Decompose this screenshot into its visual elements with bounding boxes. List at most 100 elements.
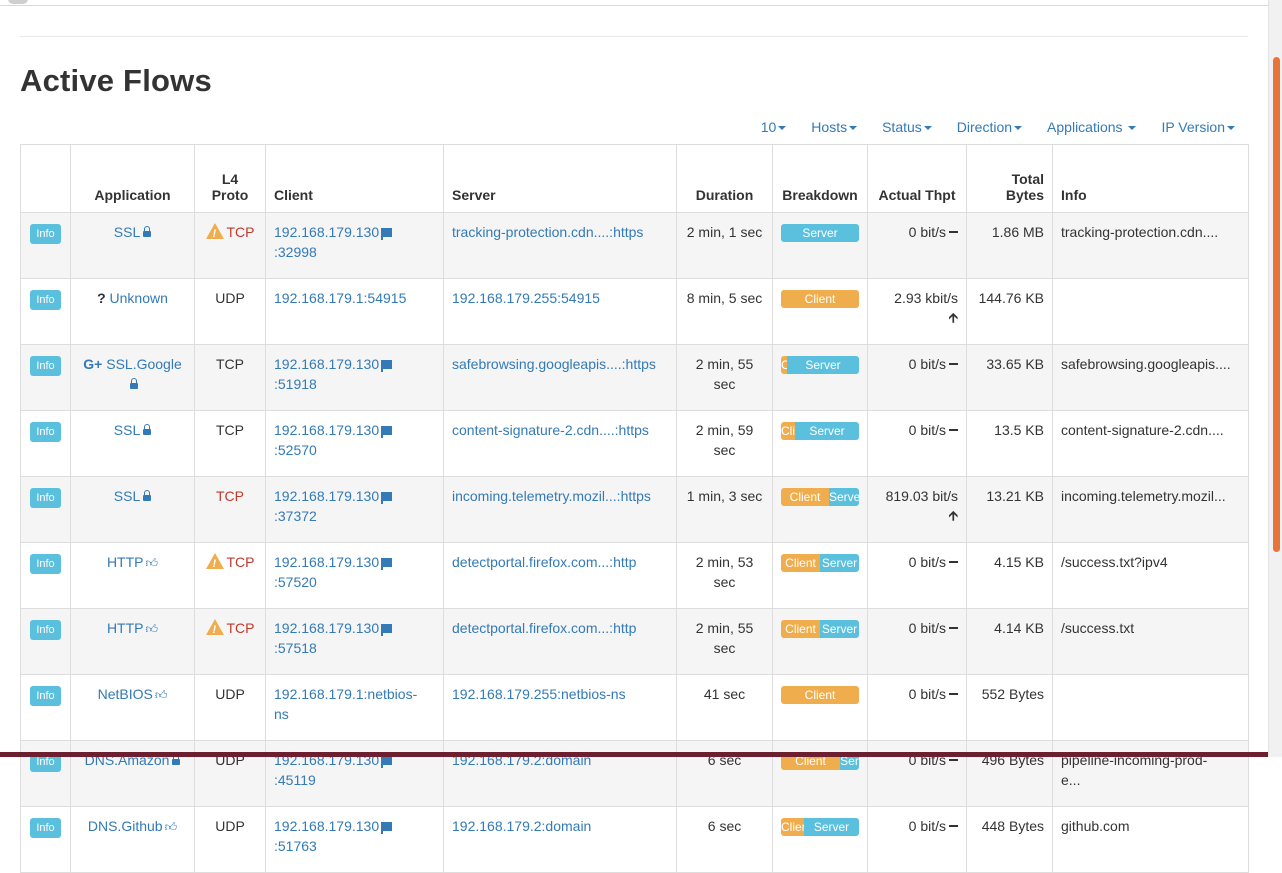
table-row: Info SSL TCP 192.168.179.130:52570 content-s… <box>20 410 1249 477</box>
application-cell: ? Unknown <box>70 278 195 345</box>
client-port-link[interactable]: ns <box>274 706 289 722</box>
client-link[interactable]: 192.168.179.130 <box>274 620 379 636</box>
duration-cell: 2 min, 53 sec <box>676 542 773 609</box>
duration-cell: 2 min, 1 sec <box>676 212 773 279</box>
info-button[interactable]: Info <box>30 290 61 310</box>
info-cell: Info <box>20 608 71 675</box>
application-link[interactable]: NetBIOS <box>98 686 153 702</box>
thpt-value: 2.93 kbit/s <box>894 290 958 306</box>
filter-ip-version[interactable]: IP Version <box>1161 119 1235 135</box>
window-bottom-edge <box>0 752 1268 757</box>
col-server[interactable]: Server <box>443 144 677 213</box>
client-port-link[interactable]: :57518 <box>274 640 317 656</box>
col-application[interactable]: Application <box>70 144 195 213</box>
thpt-cell: 0 bit/s <box>867 806 967 873</box>
client-link[interactable]: 192.168.179.130 <box>274 422 379 438</box>
client-port-link[interactable]: :45119 <box>274 772 316 788</box>
minus-icon <box>949 693 958 695</box>
filter-direction[interactable]: Direction <box>957 119 1023 135</box>
client-link[interactable]: 192.168.179.1:netbios- <box>274 686 417 702</box>
filter-page-size[interactable]: 10 <box>761 119 787 135</box>
thpt-value: 0 bit/s <box>908 686 946 702</box>
client-port-link[interactable]: :57520 <box>274 574 317 590</box>
client-link[interactable]: 192.168.179.1:54915 <box>274 290 406 306</box>
application-link[interactable]: SSL.Google <box>106 356 182 372</box>
server-link[interactable]: 192.168.179.255:netbios-ns <box>452 686 626 702</box>
breakdown-bar: Client Server <box>781 620 859 638</box>
col-duration[interactable]: Duration <box>676 144 773 213</box>
duration-cell: 6 sec <box>676 806 773 873</box>
client-link[interactable]: 192.168.179.130 <box>274 554 379 570</box>
server-cell: safebrowsing.googleapis....:https <box>443 344 677 411</box>
client-link[interactable]: 192.168.179.130 <box>274 488 379 504</box>
info-button[interactable]: Info <box>30 686 61 706</box>
server-link[interactable]: tracking-protection.cdn....:https <box>452 224 643 240</box>
col-info[interactable]: Info <box>1052 144 1249 213</box>
info-button[interactable]: Info <box>30 818 61 838</box>
server-link[interactable]: detectportal.firefox.com...:http <box>452 620 636 636</box>
application-link[interactable]: SSL <box>114 422 140 438</box>
caret-down-icon <box>1128 126 1137 131</box>
info-text: incoming.telemetry.mozil... <box>1061 488 1226 504</box>
client-port-link[interactable]: :52570 <box>274 442 317 458</box>
application-link[interactable]: HTTP <box>107 620 144 636</box>
google-plus-icon: G+ <box>83 356 103 372</box>
breakdown-cell: Client Ser <box>772 740 868 807</box>
flag-icon[interactable] <box>381 492 393 504</box>
application-link[interactable]: SSL <box>114 224 140 240</box>
application-link[interactable]: HTTP <box>107 554 144 570</box>
info-text: github.com <box>1061 818 1130 834</box>
info-button[interactable]: Info <box>30 554 61 574</box>
client-port-link[interactable]: :51918 <box>274 376 317 392</box>
flag-icon[interactable] <box>381 558 393 570</box>
application-link[interactable]: SSL <box>114 488 140 504</box>
filter-status[interactable]: Status <box>882 119 932 135</box>
application-link[interactable]: DNS.Github <box>88 818 163 834</box>
l4-proto: TCP <box>226 554 255 570</box>
server-link[interactable]: 192.168.179.2:domain <box>452 818 591 834</box>
col-l4-proto[interactable]: L4 Proto <box>194 144 266 213</box>
server-link[interactable]: incoming.telemetry.mozil...:https <box>452 488 651 504</box>
breakdown-bar: Server <box>781 224 859 242</box>
client-link[interactable]: 192.168.179.130 <box>274 224 379 240</box>
client-port-link[interactable]: :32998 <box>274 244 317 260</box>
flag-icon[interactable] <box>381 624 393 636</box>
minus-icon <box>949 561 958 563</box>
flag-icon[interactable] <box>381 360 393 372</box>
info-button[interactable]: Info <box>30 488 61 508</box>
table-row: Info? Unknown UDP 192.168.179.1:54915 192.1… <box>20 278 1249 345</box>
info-button[interactable]: Info <box>30 224 61 244</box>
col-actual-thpt[interactable]: Actual Thpt <box>867 144 967 213</box>
flows-table: Application L4 Proto Client Server Durati… <box>20 144 1249 873</box>
server-link[interactable]: detectportal.firefox.com...:http <box>452 554 636 570</box>
breakdown-client: Clier <box>781 818 804 836</box>
info-button[interactable]: Info <box>30 356 61 376</box>
bytes-cell: 13.5 KB <box>966 410 1053 477</box>
caret-down-icon <box>849 126 858 131</box>
client-port-link[interactable]: :37372 <box>274 508 317 524</box>
client-link[interactable]: 192.168.179.130 <box>274 818 379 834</box>
info-button[interactable]: Info <box>30 422 61 442</box>
client-port-link[interactable]: :51763 <box>274 838 317 854</box>
scrollbar-thumb[interactable] <box>1273 57 1280 552</box>
col-client[interactable]: Client <box>265 144 444 213</box>
col-total-bytes[interactable]: Total Bytes <box>966 144 1053 213</box>
thpt-value: 0 bit/s <box>908 818 946 834</box>
server-link[interactable]: 192.168.179.255:54915 <box>452 290 600 306</box>
client-link[interactable]: 192.168.179.130 <box>274 356 379 372</box>
col-actions <box>20 144 71 213</box>
server-link[interactable]: safebrowsing.googleapis....:https <box>452 356 656 372</box>
info-button[interactable]: Info <box>30 620 61 640</box>
filter-hosts[interactable]: Hosts <box>811 119 858 135</box>
server-cell: incoming.telemetry.mozil...:https <box>443 476 677 543</box>
application-cell: SSL <box>70 212 195 279</box>
flag-icon[interactable] <box>381 426 393 438</box>
flag-icon[interactable] <box>381 822 393 834</box>
filter-applications[interactable]: Applications <box>1047 119 1137 135</box>
application-link[interactable]: Unknown <box>110 290 168 306</box>
server-link[interactable]: content-signature-2.cdn....:https <box>452 422 649 438</box>
flag-icon[interactable] <box>381 756 393 768</box>
application-cell: SSL <box>70 410 195 477</box>
flag-icon[interactable] <box>381 228 393 240</box>
server-cell: 192.168.179.255:netbios-ns <box>443 674 677 741</box>
